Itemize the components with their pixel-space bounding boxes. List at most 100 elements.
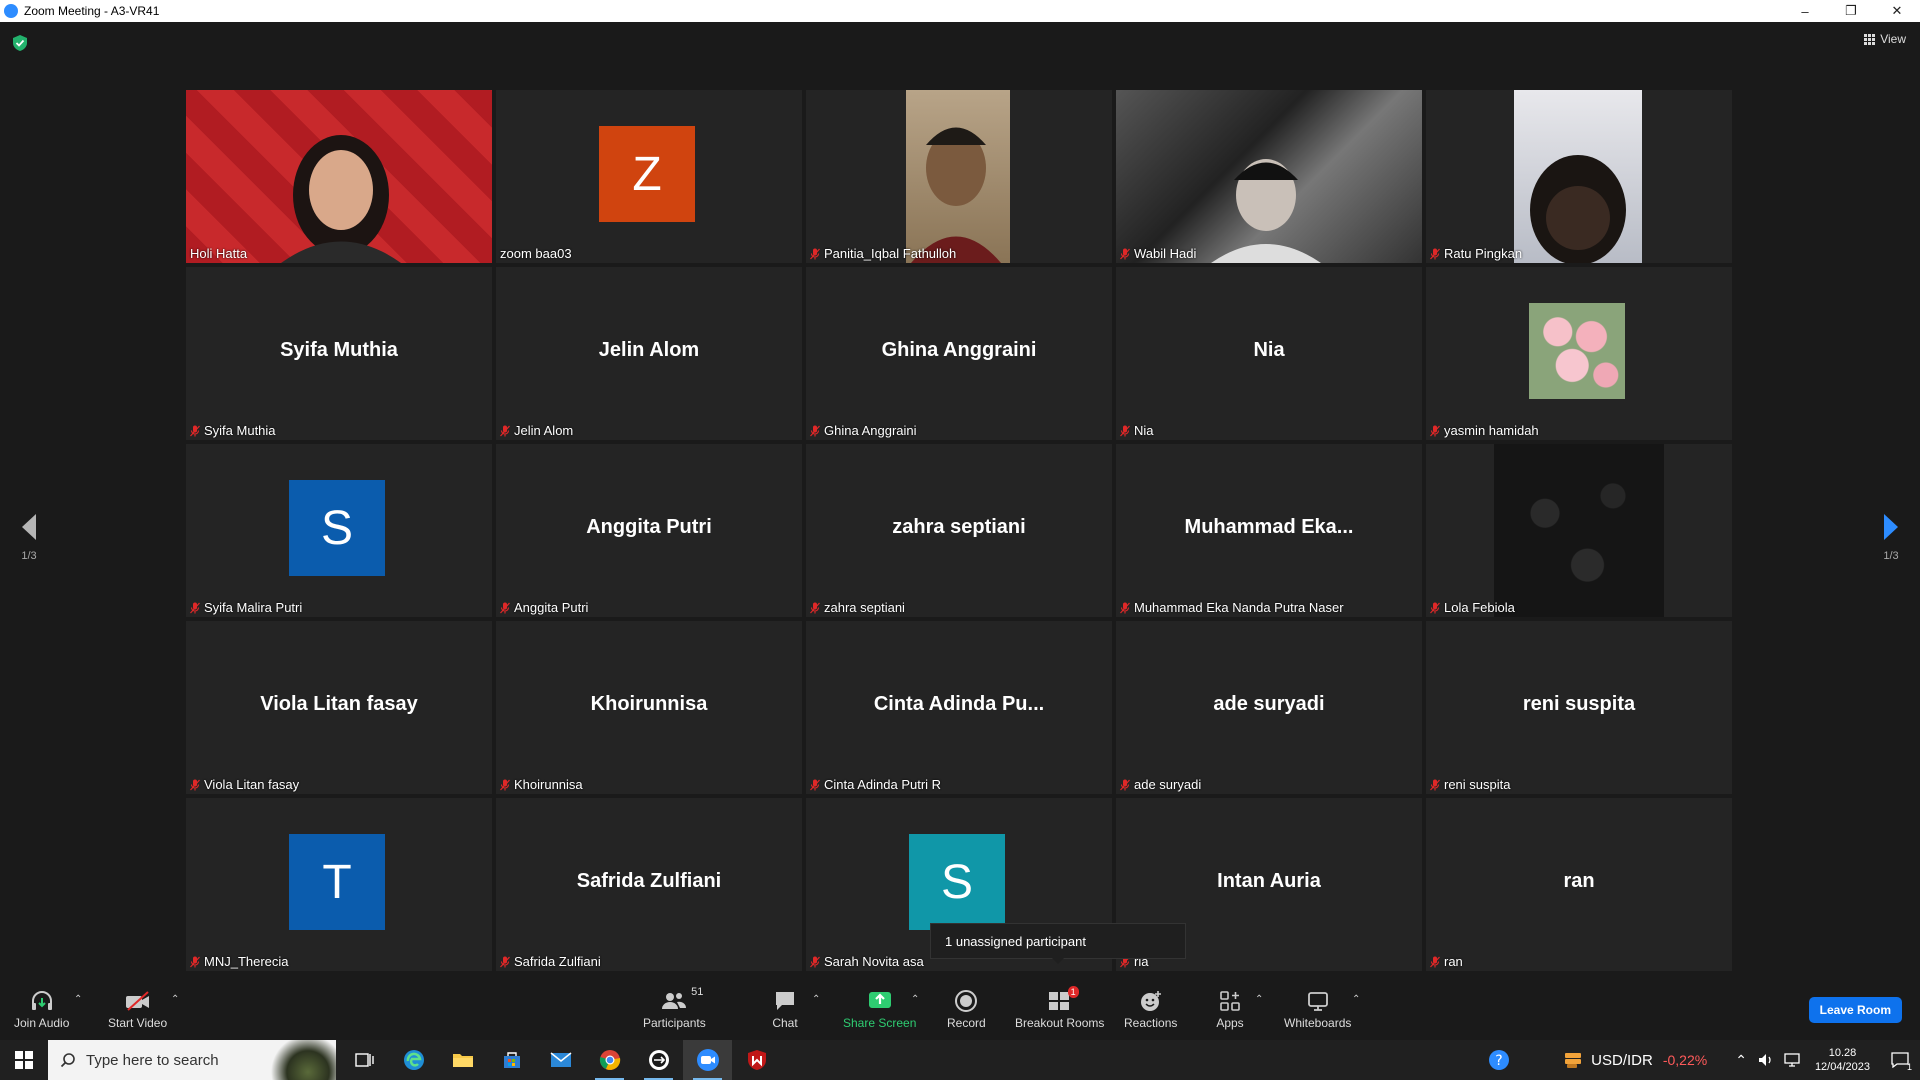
participant-tile[interactable]: Anggita Putri Anggita Putri bbox=[496, 444, 802, 617]
taskbar-store[interactable] bbox=[487, 1040, 536, 1080]
share-screen-label: Share Screen bbox=[843, 1016, 917, 1030]
taskbar-chrome[interactable] bbox=[585, 1040, 634, 1080]
page-indicator-left: 1/3 bbox=[21, 550, 37, 562]
participant-tile[interactable]: Wabil Hadi bbox=[1116, 90, 1422, 263]
participant-name: Khoirunnisa bbox=[514, 777, 583, 792]
muted-mic-icon bbox=[190, 956, 200, 967]
participant-name-label: Jelin Alom bbox=[500, 423, 573, 438]
muted-mic-icon bbox=[1430, 248, 1440, 259]
participant-display-name: Safrida Zulfiani bbox=[576, 870, 722, 892]
participant-tile[interactable]: ran ran bbox=[1426, 798, 1732, 971]
participant-name: Syifa Malira Putri bbox=[204, 600, 303, 615]
participant-name-label: Panitia_Iqbal Fathulloh bbox=[810, 246, 956, 261]
start-button[interactable] bbox=[0, 1040, 48, 1080]
participant-avatar: Z bbox=[599, 126, 695, 222]
whiteboards-options-caret[interactable]: ⌃ bbox=[1352, 994, 1360, 1005]
muted-mic-icon bbox=[190, 779, 200, 790]
participant-tile[interactable]: Khoirunnisa Khoirunnisa bbox=[496, 621, 802, 794]
view-button[interactable]: View bbox=[1864, 32, 1906, 46]
participant-tile[interactable]: Ghina Anggraini Ghina Anggraini bbox=[806, 267, 1112, 440]
minimize-button[interactable]: – bbox=[1782, 0, 1828, 22]
currency-pair[interactable]: USD/IDR bbox=[1591, 1052, 1653, 1069]
chevron-right-icon bbox=[1884, 514, 1898, 540]
remote-app-icon bbox=[648, 1050, 669, 1070]
record-button[interactable]: Record bbox=[947, 988, 986, 1030]
mail-icon bbox=[550, 1052, 571, 1067]
participant-name-label: Lola Febiola bbox=[1430, 600, 1515, 615]
chat-button[interactable]: Chat bbox=[770, 988, 800, 1030]
participant-display-name: Intan Auria bbox=[1217, 870, 1321, 892]
profile-picture bbox=[1494, 444, 1664, 617]
participant-tile[interactable]: Jelin Alom Jelin Alom bbox=[496, 267, 802, 440]
participant-tile[interactable]: Safrida Zulfiani Safrida Zulfiani bbox=[496, 798, 802, 971]
muted-mic-icon bbox=[1430, 425, 1440, 436]
participant-name: Syifa Muthia bbox=[204, 423, 276, 438]
participants-button[interactable]: 51 Participants bbox=[643, 986, 706, 1030]
restore-button[interactable]: ❐ bbox=[1828, 0, 1874, 22]
participant-tile[interactable]: Syifa Muthia Syifa Muthia bbox=[186, 267, 492, 440]
participant-name: Wabil Hadi bbox=[1134, 246, 1197, 261]
apps-options-caret[interactable]: ⌃ bbox=[1255, 994, 1263, 1005]
participant-tile[interactable]: yasmin hamidah bbox=[1426, 267, 1732, 440]
reactions-icon bbox=[1140, 991, 1161, 1011]
shield-icon[interactable] bbox=[12, 34, 28, 52]
participant-video bbox=[186, 90, 492, 263]
speaker-icon[interactable] bbox=[1757, 1052, 1775, 1068]
currency-widget-icon[interactable] bbox=[1563, 1051, 1583, 1069]
leave-room-button[interactable]: Leave Room bbox=[1808, 997, 1902, 1023]
taskbar-mcafee[interactable] bbox=[732, 1040, 781, 1080]
participant-tile[interactable]: Cinta Adinda Pu... Cinta Adinda Putri R bbox=[806, 621, 1112, 794]
taskbar-remote-app[interactable] bbox=[634, 1040, 683, 1080]
participant-tile[interactable]: Lola Febiola bbox=[1426, 444, 1732, 617]
headphones-icon bbox=[31, 991, 52, 1010]
network-icon[interactable] bbox=[1783, 1052, 1801, 1068]
show-hidden-icons[interactable]: ⌃ bbox=[1735, 1052, 1747, 1069]
muted-mic-icon bbox=[500, 956, 510, 967]
taskbar-zoom[interactable] bbox=[683, 1040, 732, 1080]
close-button[interactable]: ✕ bbox=[1874, 0, 1920, 22]
participant-tile[interactable]: Holi Hatta bbox=[186, 90, 492, 263]
notification-center-button[interactable]: 1 bbox=[1880, 1040, 1920, 1080]
participant-tile[interactable]: T MNJ_Therecia bbox=[186, 798, 492, 971]
participant-tile[interactable]: Zzoom baa03 bbox=[496, 90, 802, 263]
participant-tile[interactable]: S Syifa Malira Putri bbox=[186, 444, 492, 617]
share-screen-button[interactable]: Share Screen bbox=[843, 988, 916, 1030]
audio-options-caret[interactable]: ⌃ bbox=[74, 994, 82, 1005]
task-view-button[interactable] bbox=[340, 1040, 389, 1080]
participant-tile[interactable]: Ratu Pingkan bbox=[1426, 90, 1732, 263]
video-options-caret[interactable]: ⌃ bbox=[171, 994, 179, 1005]
muted-mic-icon bbox=[1120, 248, 1130, 259]
participant-tile[interactable]: Viola Litan fasay Viola Litan fasay bbox=[186, 621, 492, 794]
participant-tile[interactable]: zahra septiani zahra septiani bbox=[806, 444, 1112, 617]
participant-name: Viola Litan fasay bbox=[204, 777, 300, 792]
breakout-rooms-button[interactable]: 1 Breakout Rooms bbox=[1015, 986, 1104, 1030]
reactions-button[interactable]: Reactions bbox=[1124, 988, 1177, 1030]
whiteboards-button[interactable]: Whiteboards bbox=[1284, 988, 1351, 1030]
muted-mic-icon bbox=[500, 602, 510, 613]
currency-change[interactable]: -0,22% bbox=[1663, 1052, 1707, 1068]
taskbar-search[interactable]: Type here to search bbox=[48, 1040, 336, 1080]
apps-button[interactable]: Apps bbox=[1215, 988, 1245, 1030]
participant-tile[interactable]: Panitia_Iqbal Fathulloh bbox=[806, 90, 1112, 263]
start-video-button[interactable]: Start Video bbox=[108, 988, 167, 1030]
taskbar-clock[interactable]: 10.28 12/04/2023 bbox=[1815, 1046, 1870, 1074]
participant-tile[interactable]: Muhammad Eka... Muhammad Eka Nanda Putra … bbox=[1116, 444, 1422, 617]
taskbar-file-explorer[interactable] bbox=[438, 1040, 487, 1080]
participant-tile[interactable]: reni suspita reni suspita bbox=[1426, 621, 1732, 794]
participant-name-label: Anggita Putri bbox=[500, 600, 588, 615]
participant-name-label: Muhammad Eka Nanda Putra Naser bbox=[1120, 600, 1344, 615]
participant-tile[interactable]: Nia Nia bbox=[1116, 267, 1422, 440]
participant-display-name: Viola Litan fasay bbox=[260, 693, 418, 715]
chat-options-caret[interactable]: ⌃ bbox=[812, 994, 820, 1005]
taskbar-edge[interactable] bbox=[389, 1040, 438, 1080]
participant-figure bbox=[911, 127, 1001, 263]
participant-tile[interactable]: ade suryadi ade suryadi bbox=[1116, 621, 1422, 794]
next-page-button[interactable]: 1/3 bbox=[1871, 512, 1911, 562]
muted-mic-icon bbox=[810, 425, 820, 436]
taskbar-mail[interactable] bbox=[536, 1040, 585, 1080]
previous-page-button[interactable]: 1/3 bbox=[9, 512, 49, 562]
share-options-caret[interactable]: ⌃ bbox=[911, 994, 919, 1005]
muted-mic-icon bbox=[1430, 779, 1440, 790]
help-icon[interactable]: ? bbox=[1487, 1048, 1511, 1072]
join-audio-button[interactable]: Join Audio bbox=[14, 988, 69, 1030]
